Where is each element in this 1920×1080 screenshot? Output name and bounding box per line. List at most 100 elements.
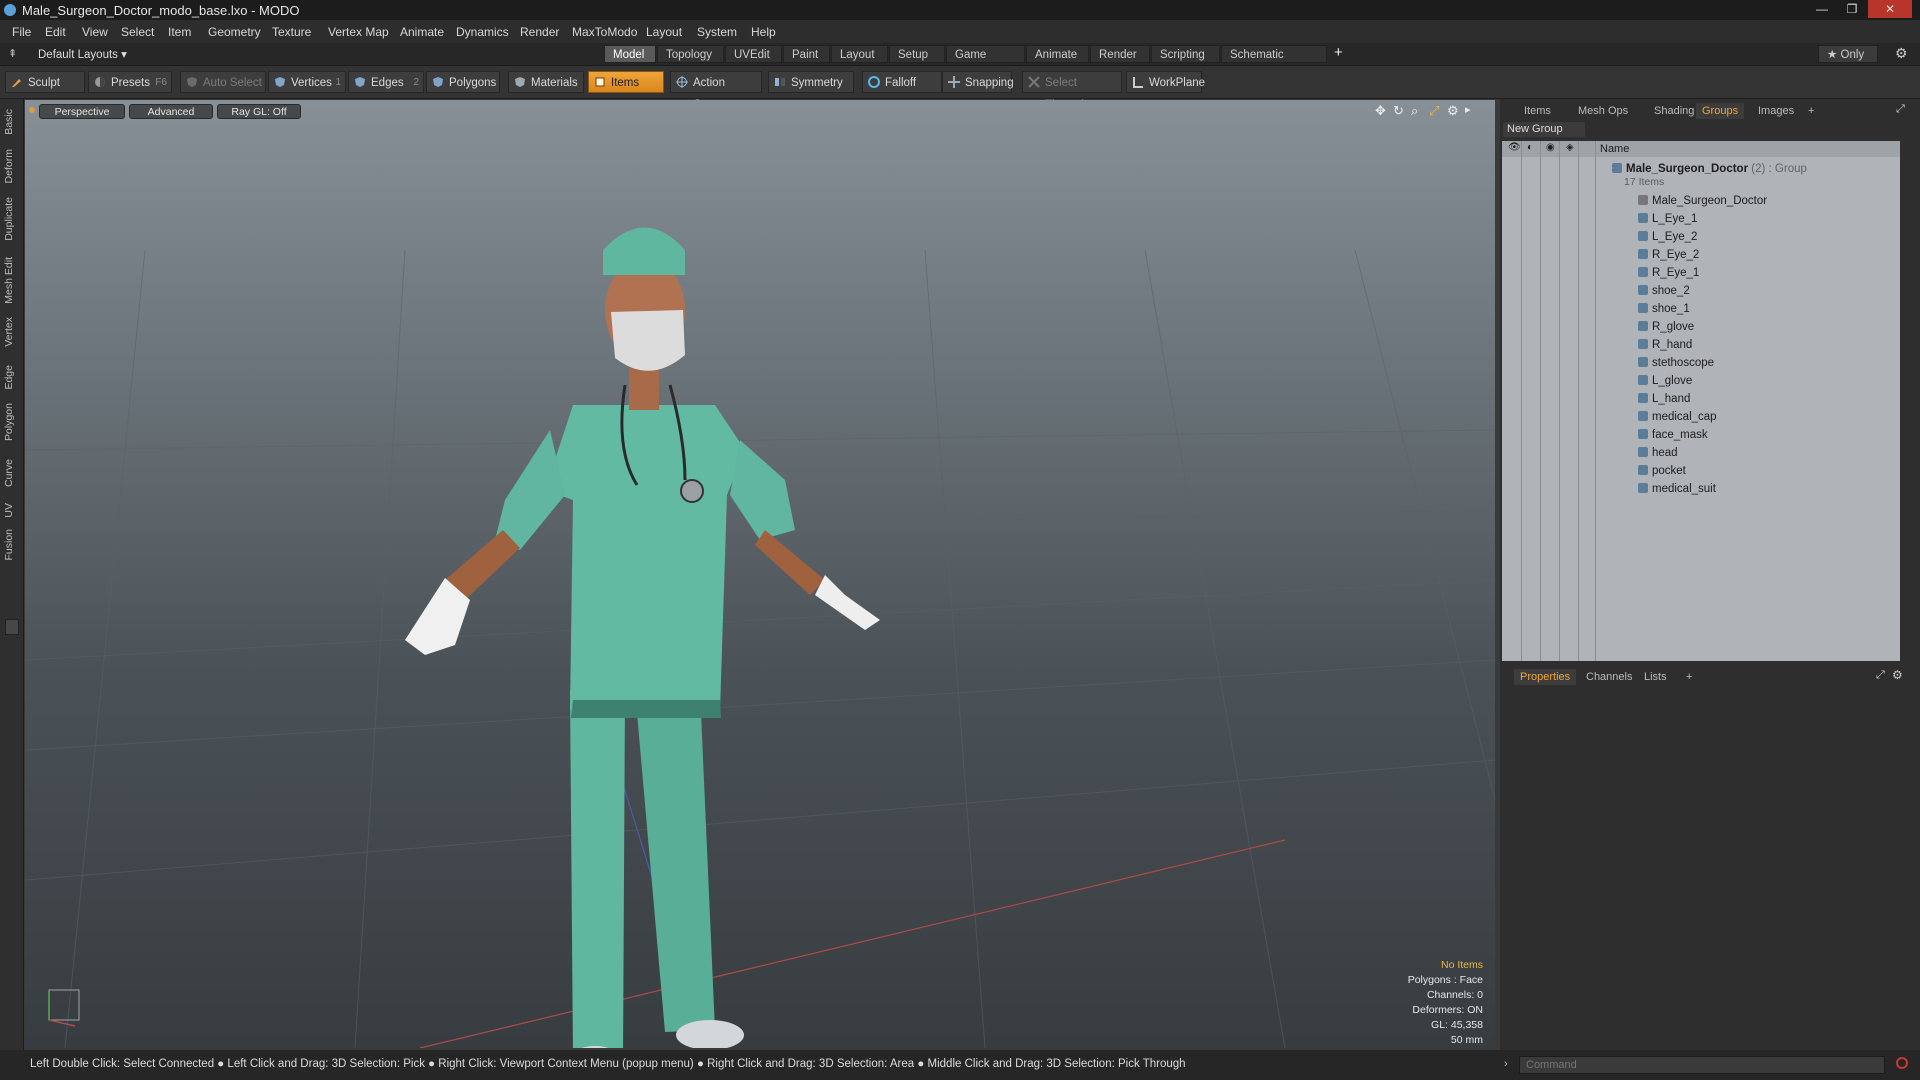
tab-mesh-ops[interactable]: Mesh Ops bbox=[1572, 103, 1634, 119]
falloff-button[interactable]: Falloff bbox=[862, 71, 942, 93]
vtab-duplicate[interactable]: Duplicate bbox=[3, 197, 20, 241]
menu-maxtomodo[interactable]: MaxToModo bbox=[572, 25, 637, 39]
list-item[interactable]: shoe_2 bbox=[1638, 282, 1690, 300]
close-button[interactable]: ✕ bbox=[1868, 0, 1912, 18]
3d-viewport[interactable]: Perspective Advanced Ray GL: Off ✥ ↻ ⌕ ⤢… bbox=[25, 100, 1495, 1048]
polygons-button[interactable]: Polygons bbox=[426, 71, 500, 93]
zoom-icon[interactable]: ⌕ bbox=[1411, 103, 1418, 119]
render-header-icon[interactable]: ◐ bbox=[1527, 142, 1533, 153]
menu-dynamics[interactable]: Dynamics bbox=[456, 25, 509, 39]
lock-header-icon[interactable]: ◉ bbox=[1546, 142, 1555, 153]
only-toggle[interactable]: ★ Only bbox=[1818, 45, 1878, 63]
snapping-button[interactable]: Snapping bbox=[942, 71, 1014, 93]
workplane-button[interactable]: WorkPlane bbox=[1126, 71, 1205, 93]
tab-setup[interactable]: Setup bbox=[889, 45, 945, 63]
tab-paint[interactable]: Paint bbox=[783, 45, 830, 63]
list-item[interactable]: shoe_1 bbox=[1638, 300, 1690, 318]
menu-item[interactable]: Item bbox=[168, 25, 191, 39]
tab-images[interactable]: Images bbox=[1752, 103, 1800, 119]
edges-button[interactable]: Edges 2 bbox=[348, 71, 424, 93]
list-item[interactable]: Male_Surgeon_Doctor bbox=[1638, 192, 1767, 210]
layout-selector[interactable]: Default Layouts ▾ bbox=[38, 47, 127, 61]
presets-button[interactable]: Presets F6 bbox=[88, 71, 172, 93]
shading-mode-button[interactable]: Advanced bbox=[129, 104, 213, 119]
list-item[interactable]: L_hand bbox=[1638, 390, 1690, 408]
menu-render[interactable]: Render bbox=[520, 25, 559, 39]
viewport-gear-icon[interactable]: ⚙ bbox=[1447, 103, 1459, 119]
tab-game-tools[interactable]: Game Tools bbox=[946, 45, 1025, 79]
select-through-button[interactable]: Select Through bbox=[1022, 71, 1122, 111]
viewport-options-icon[interactable] bbox=[29, 107, 35, 113]
viewport-expand-icon[interactable]: ▸ bbox=[1465, 103, 1471, 116]
list-item[interactable]: L_glove bbox=[1638, 372, 1692, 390]
menu-select[interactable]: Select bbox=[121, 25, 154, 39]
auto-select-button[interactable]: Auto Select bbox=[180, 71, 266, 93]
tab-lists[interactable]: Lists bbox=[1638, 669, 1673, 685]
panel-expand-icon[interactable]: ⤢ bbox=[1896, 103, 1905, 116]
sculpt-button[interactable]: Sculpt bbox=[5, 71, 85, 93]
vtab-curve[interactable]: Curve bbox=[3, 459, 20, 487]
maximize-button[interactable]: ❐ bbox=[1838, 0, 1866, 18]
menu-geometry[interactable]: Geometry bbox=[208, 25, 261, 39]
properties-gear-icon[interactable]: ⚙ bbox=[1892, 668, 1903, 682]
tab-topology[interactable]: Topology bbox=[657, 45, 724, 63]
menu-system[interactable]: System bbox=[697, 25, 737, 39]
list-item[interactable]: R_Eye_2 bbox=[1638, 246, 1699, 264]
collapse-icon[interactable]: ⇞ bbox=[8, 47, 17, 60]
menu-help[interactable]: Help bbox=[751, 25, 776, 39]
pan-icon[interactable]: ✥ bbox=[1375, 103, 1386, 119]
vtab-vertex[interactable]: Vertex bbox=[3, 317, 20, 347]
command-expand-icon[interactable]: › bbox=[1504, 1058, 1508, 1070]
vtab-mesh-edit[interactable]: Mesh Edit bbox=[3, 257, 20, 304]
add-panel-tab[interactable]: + bbox=[1802, 103, 1820, 119]
vtab-polygon[interactable]: Polygon bbox=[3, 403, 20, 441]
tab-shading[interactable]: Shading bbox=[1648, 103, 1700, 119]
materials-button[interactable]: Materials bbox=[508, 71, 584, 93]
list-item[interactable]: head bbox=[1638, 444, 1678, 462]
list-item[interactable]: face_mask bbox=[1638, 426, 1708, 444]
rotate-icon[interactable]: ↻ bbox=[1393, 103, 1404, 119]
vertices-button[interactable]: Vertices 1 bbox=[268, 71, 346, 93]
menu-vertex-map[interactable]: Vertex Map bbox=[328, 25, 389, 39]
list-item[interactable]: pocket bbox=[1638, 462, 1686, 480]
list-item[interactable]: R_glove bbox=[1638, 318, 1694, 336]
list-item[interactable]: medical_suit bbox=[1638, 480, 1716, 498]
properties-expand-icon[interactable]: ⤢ bbox=[1876, 669, 1885, 682]
tab-scripting[interactable]: Scripting bbox=[1151, 45, 1220, 63]
minimize-button[interactable]: — bbox=[1808, 0, 1836, 18]
menu-file[interactable]: File bbox=[12, 25, 31, 39]
tab-uvedit[interactable]: UVEdit bbox=[725, 45, 782, 63]
fit-icon[interactable]: ⤢ bbox=[1429, 103, 1439, 119]
list-item[interactable]: R_hand bbox=[1638, 336, 1692, 354]
list-item[interactable]: R_Eye_1 bbox=[1638, 264, 1699, 282]
tab-groups[interactable]: Groups bbox=[1696, 103, 1745, 119]
name-column-header[interactable]: Name bbox=[1600, 143, 1629, 155]
menu-layout[interactable]: Layout bbox=[646, 25, 682, 39]
list-item[interactable]: L_Eye_1 bbox=[1638, 210, 1697, 228]
tab-layout[interactable]: Layout bbox=[831, 45, 888, 63]
tab-channels[interactable]: Channels bbox=[1580, 669, 1638, 685]
action-center-button[interactable]: Action Center bbox=[670, 71, 762, 111]
command-input[interactable] bbox=[1519, 1056, 1885, 1074]
vtab-deform[interactable]: Deform bbox=[3, 149, 20, 183]
vtab-basic[interactable]: Basic bbox=[3, 109, 20, 135]
list-item[interactable]: stethoscope bbox=[1638, 354, 1714, 372]
command-record-icon[interactable] bbox=[1896, 1057, 1908, 1069]
vtab-edge[interactable]: Edge bbox=[3, 365, 20, 390]
menu-animate[interactable]: Animate bbox=[400, 25, 444, 39]
tab-schematic-fusion[interactable]: Schematic Fusion bbox=[1221, 45, 1327, 79]
vtab-fusion[interactable]: Fusion bbox=[3, 529, 20, 561]
list-item[interactable]: medical_cap bbox=[1638, 408, 1717, 426]
tab-animate[interactable]: Animate bbox=[1026, 45, 1089, 63]
vtab-uv[interactable]: UV bbox=[3, 503, 20, 518]
list-item[interactable]: L_Eye_2 bbox=[1638, 228, 1697, 246]
tab-render[interactable]: Render bbox=[1090, 45, 1150, 63]
select-header-icon[interactable]: ◈ bbox=[1566, 142, 1574, 153]
tab-items[interactable]: Items bbox=[1518, 103, 1557, 119]
add-properties-tab[interactable]: + bbox=[1680, 669, 1698, 685]
palette-toggle-button[interactable] bbox=[5, 619, 19, 635]
visibility-header-icon[interactable]: 👁 bbox=[1508, 142, 1521, 153]
menu-edit[interactable]: Edit bbox=[45, 25, 66, 39]
menu-view[interactable]: View bbox=[82, 25, 108, 39]
tab-model[interactable]: Model bbox=[604, 45, 656, 63]
